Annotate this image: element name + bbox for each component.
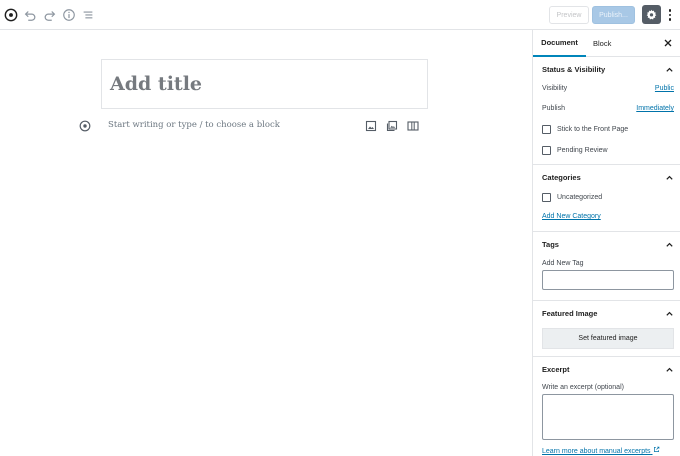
settings-sidebar: Document Block Status & Visibility Visib… [532,30,680,456]
panel-title[interactable]: Tags [542,240,559,249]
settings-button[interactable] [642,5,661,24]
tab-block[interactable]: Block [593,30,611,57]
publish-label: Publish [542,105,565,112]
block-placeholder[interactable]: Start writing or type / to choose a bloc… [108,120,280,130]
stick-to-front-label: Stick to the Front Page [557,126,629,133]
excerpt-textarea[interactable] [542,394,674,440]
undo-icon[interactable] [22,7,38,23]
preview-button[interactable]: Preview [549,6,589,24]
add-new-category-link[interactable]: Add New Category [542,213,601,220]
panel-excerpt: Excerpt Write an excerpt (optional) Lear… [533,357,680,456]
editor-toolbar: Preview Publish... [0,0,680,30]
post-title-input[interactable]: Add title [101,59,428,109]
category-checkbox-uncategorized[interactable] [542,193,551,202]
visibility-link[interactable]: Public [655,85,674,92]
panel-title[interactable]: Categories [542,173,581,182]
add-block-icon[interactable] [79,119,91,132]
panel-featured-image: Featured Image Set featured image [533,301,680,357]
publish-date-link[interactable]: Immediately [636,105,674,112]
panel-categories: Categories Uncategorized Add New Categor… [533,165,680,232]
pending-review-checkbox[interactable] [542,146,551,155]
gear-icon [646,9,657,20]
sidebar-tabs: Document Block [533,30,680,57]
chevron-up-icon[interactable] [665,173,674,182]
panel-title[interactable]: Status & Visibility [542,65,605,74]
chevron-up-icon[interactable] [665,65,674,74]
chevron-up-icon[interactable] [665,365,674,374]
info-icon[interactable] [61,7,77,23]
outline-icon[interactable] [80,7,96,23]
panel-title[interactable]: Featured Image [542,309,597,318]
tab-document[interactable]: Document [533,30,586,57]
pending-review-label: Pending Review [557,147,608,154]
columns-icon[interactable] [407,119,419,131]
add-block-icon[interactable] [3,7,19,23]
panel-tags: Tags Add New Tag [533,232,680,301]
learn-more-text: Learn more about manual excerpts [542,448,651,455]
tag-input[interactable] [542,270,674,290]
chevron-up-icon[interactable] [665,240,674,249]
category-label: Uncategorized [557,194,603,201]
gallery-icon[interactable] [386,119,398,132]
set-featured-image-button[interactable]: Set featured image [542,328,674,349]
visibility-label: Visibility [542,85,568,92]
add-new-tag-label: Add New Tag [542,260,584,267]
excerpt-label: Write an excerpt (optional) [542,384,624,391]
panel-title[interactable]: Excerpt [542,365,570,374]
chevron-up-icon[interactable] [665,309,674,318]
image-icon[interactable] [365,119,377,132]
more-vertical-icon[interactable] [664,6,676,24]
publish-button[interactable]: Publish... [592,6,635,24]
external-link-icon [653,446,659,452]
close-icon[interactable] [663,38,673,48]
panel-status-visibility: Status & Visibility Visibility Public Pu… [533,57,680,165]
learn-more-excerpts-link[interactable]: Learn more about manual excerpts [542,446,660,455]
stick-to-front-checkbox[interactable] [542,125,551,134]
redo-icon[interactable] [42,7,58,23]
title-placeholder: Add title [110,73,203,95]
